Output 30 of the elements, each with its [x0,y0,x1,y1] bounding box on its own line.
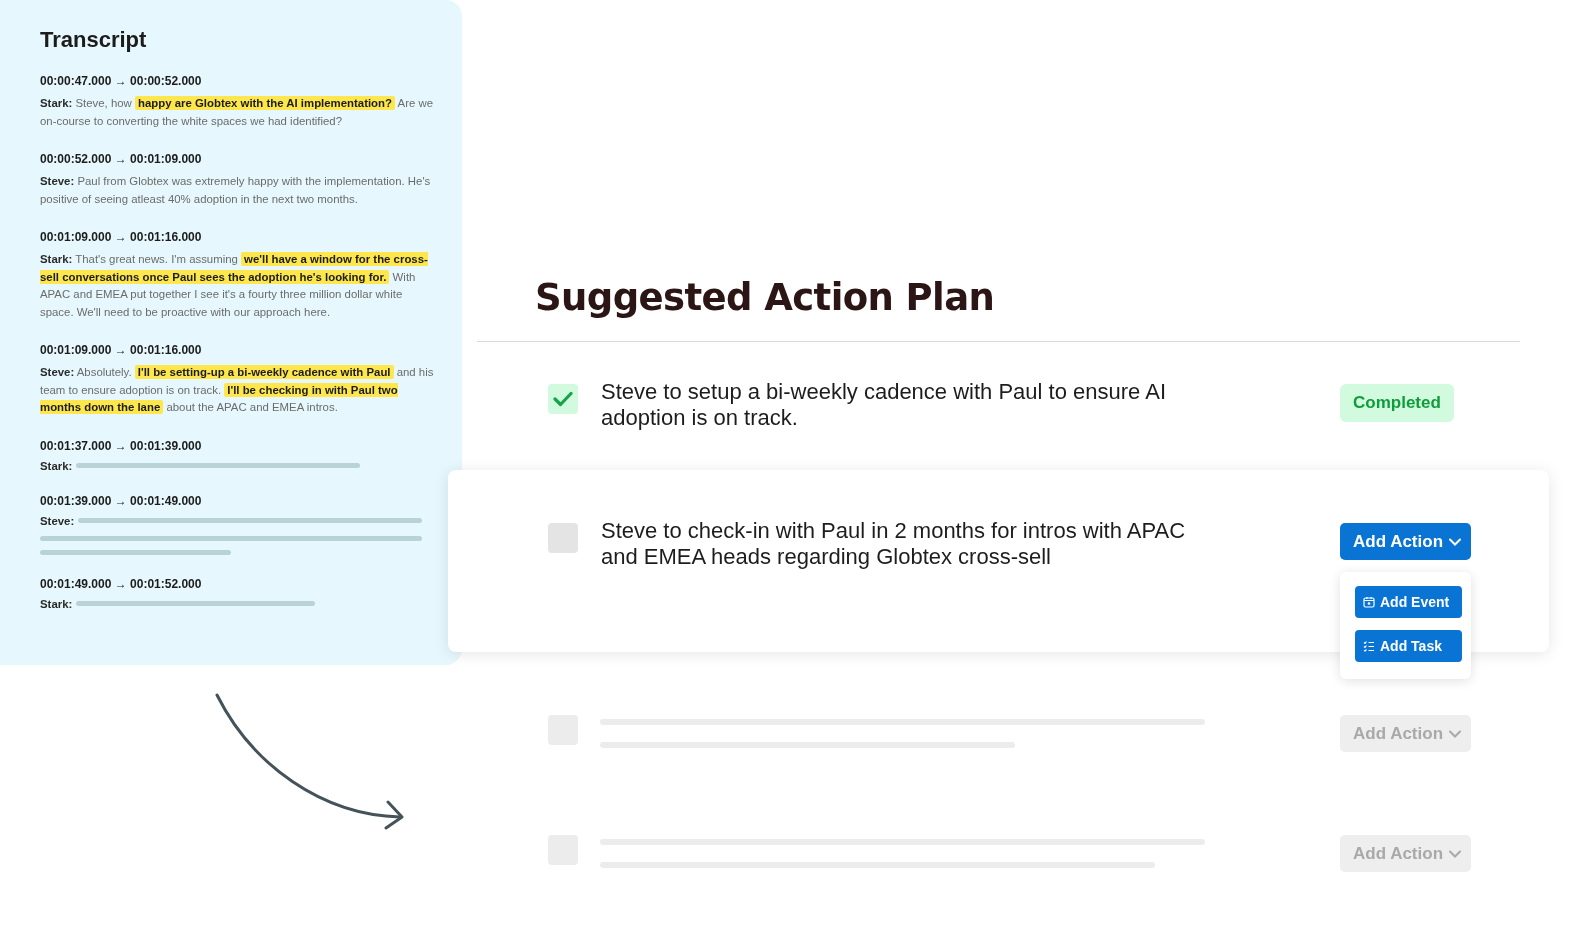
check-icon [553,391,573,407]
speaker-label: Stark: [40,459,73,472]
calendar-icon [1363,596,1375,608]
status-badge: Completed [1340,384,1454,422]
transcript-text: Stark: Steve, how happy are Globtex with the AI implementation? Are we on-course to converting the white spaces we had identified? [40,95,434,129]
transcript-text: Steve: Paul from Globtex was extremely happy with the implementation. He's positive of seeing atleast 40% adoption in the next two months. [40,174,432,207]
timestamp: 00:01:09.000 → 00:01:16.000 [40,343,202,357]
caret-icon [1449,537,1462,546]
speaker-label: Steve: [40,514,75,527]
caret-icon [1449,729,1462,738]
transcript-text: Steve: Absolutely. I'll be setting-up a bi-weekly cadence with Paul and his team to ensure adoption is on track. I'll be checking in with Paul two months down the lane about the APAC and EMEA intros. [40,364,435,416]
checklist-icon [1363,640,1375,652]
checkbox[interactable] [548,523,578,553]
action-text: Steve to setup a bi-weekly cadence with Paul to ensure AI adoption is on track. [601,379,1167,431]
menu-item-button[interactable]: Add Event [1355,586,1462,618]
menu-item-button[interactable]: Add Task [1355,630,1462,662]
plan-title: Suggested Action Plan [535,275,995,321]
timestamp: 00:01:39.000 → 00:01:49.000 [40,493,202,508]
transcript-title: Transcript [40,27,148,53]
action-text: Steve to check-in with Paul in 2 months for intros with APAC and EMEA heads regarding Globtex cross-sell [601,518,1187,570]
caret-icon [1449,849,1462,858]
timestamp: 00:01:49.000 → 00:01:52.000 [40,576,202,591]
add-action-button[interactable]: Add Action [1340,523,1471,560]
timestamp: 00:01:09.000 → 00:01:16.000 [40,230,202,244]
transcript-text: Stark: That's great news. I'm assuming we'll have a window for the cross-sell conversations once Paul sees the adoption he's looking for. With APAC and EMEA put together I see it's a fourty three million dollar white space. We'll need to be proactive with our approach here. [40,251,429,320]
checkbox[interactable] [548,384,578,414]
timestamp: 00:00:52.000 → 00:01:09.000 [40,152,202,166]
speaker-label: Stark: [40,597,73,610]
timestamp: 00:00:47.000 → 00:00:52.000 [40,74,202,88]
timestamp: 00:01:37.000 → 00:01:39.000 [40,438,202,453]
